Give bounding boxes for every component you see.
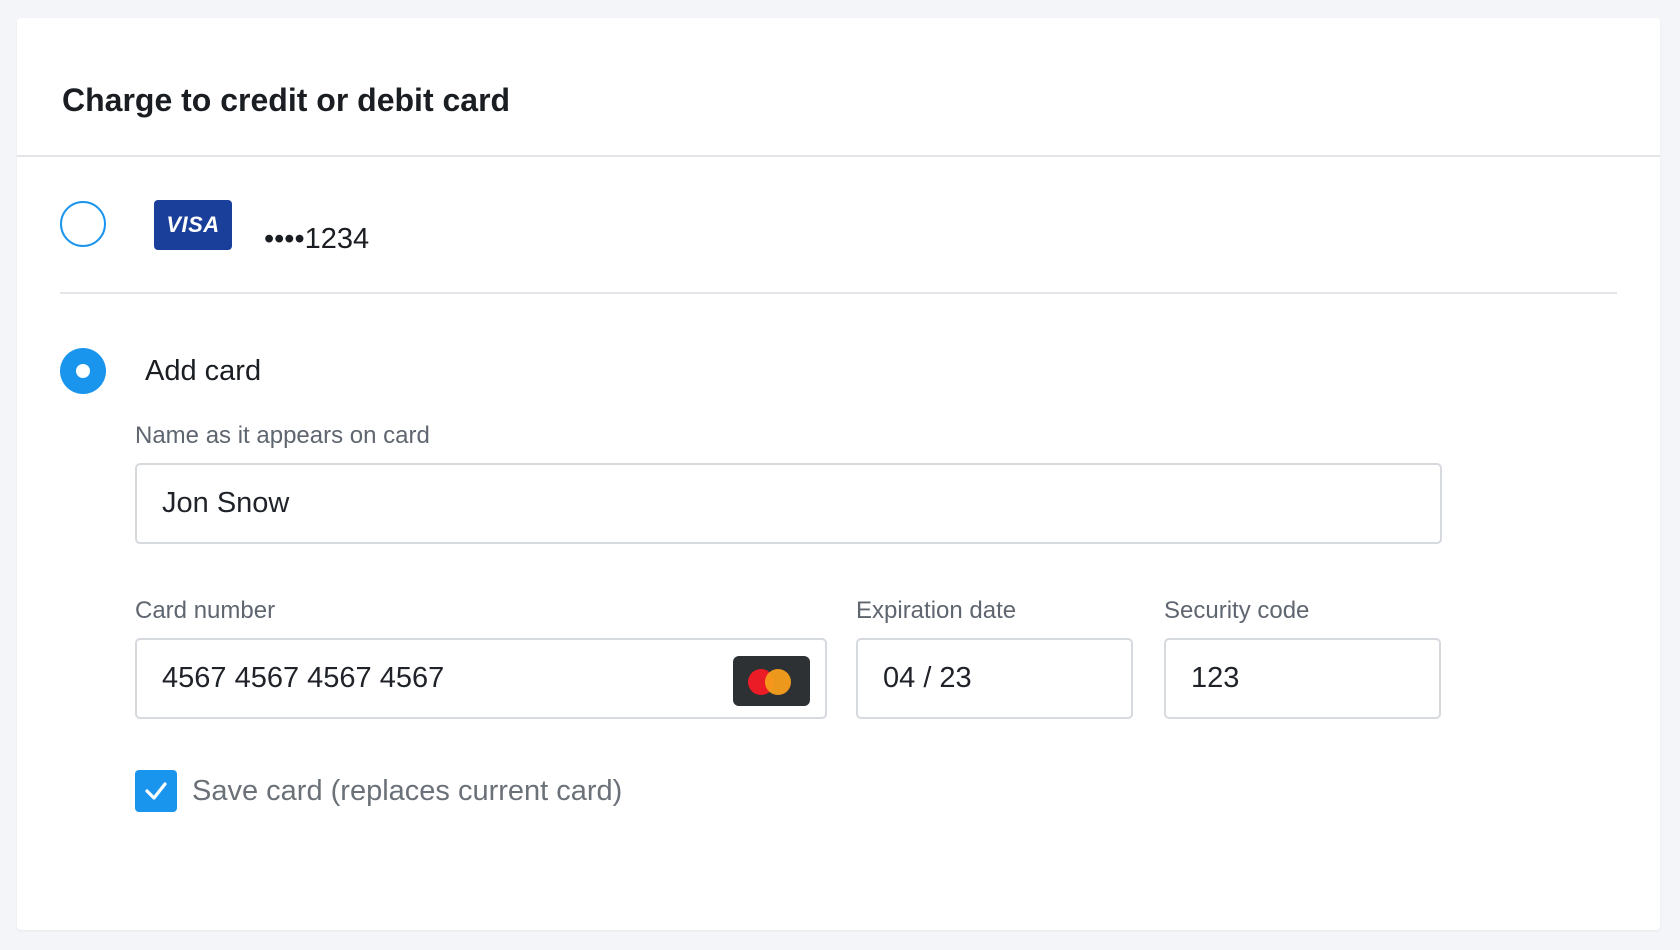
payment-card-panel: Charge to credit or debit card VISA ••••…: [17, 18, 1660, 930]
security-code-label: Security code: [1164, 597, 1310, 624]
save-card-label: Save card (replaces current card): [192, 775, 623, 807]
security-code-input[interactable]: 123: [1164, 638, 1441, 719]
expiration-value: 04 / 23: [883, 662, 972, 694]
saved-card-number: ••••1234: [264, 223, 370, 255]
card-number-label: Card number: [135, 597, 276, 624]
mastercard-orange-circle: [765, 669, 791, 695]
mastercard-icon: [733, 656, 810, 706]
expiration-input[interactable]: 04 / 23: [856, 638, 1133, 719]
name-input-value: Jon Snow: [162, 487, 290, 519]
visa-logo-icon: VISA: [154, 200, 232, 250]
radio-selected-dot: [76, 364, 90, 378]
page-title: Charge to credit or debit card: [62, 82, 511, 118]
header-divider: [17, 155, 1660, 157]
expiration-label: Expiration date: [856, 597, 1017, 624]
option-divider: [60, 292, 1617, 294]
security-code-value: 123: [1191, 662, 1240, 694]
add-card-radio[interactable]: [60, 348, 106, 394]
card-number-value: 4567 4567 4567 4567: [162, 662, 445, 694]
card-number-input[interactable]: 4567 4567 4567 4567: [135, 638, 827, 719]
name-field-label: Name as it appears on card: [135, 422, 430, 449]
name-input[interactable]: Jon Snow: [135, 463, 1442, 544]
checkmark-icon: [145, 782, 167, 800]
saved-card-radio[interactable]: [60, 201, 106, 247]
save-card-checkbox[interactable]: [135, 770, 177, 812]
add-card-label: Add card: [145, 355, 262, 387]
